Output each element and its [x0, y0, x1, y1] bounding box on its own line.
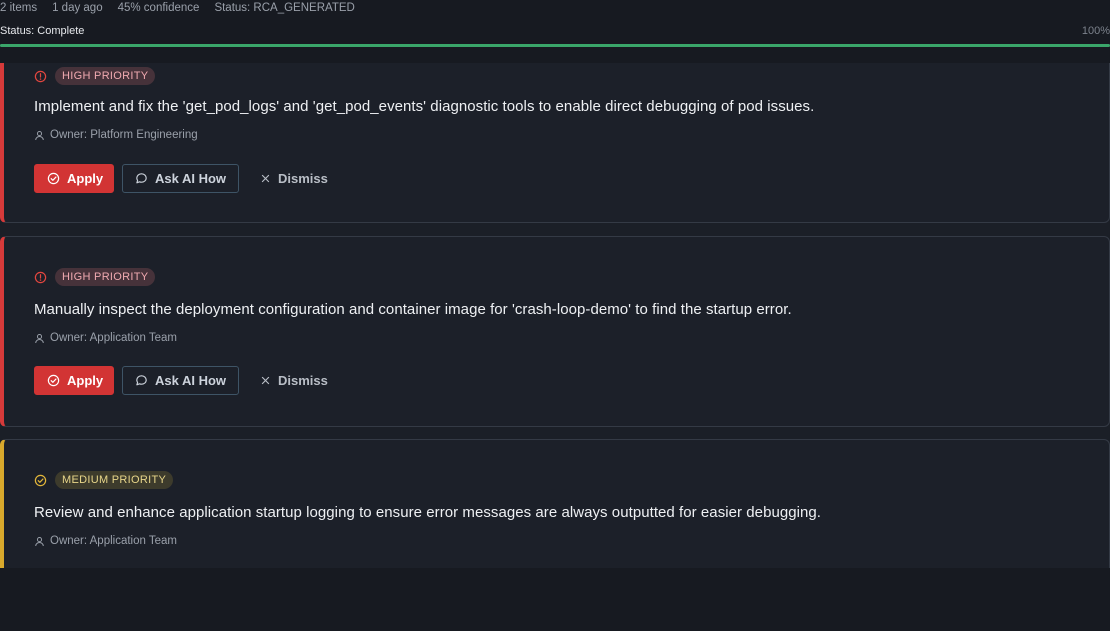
recommendation-title: Review and enhance application startup l… — [34, 504, 822, 521]
owner-text: Owner: Application Team — [50, 535, 177, 547]
user-icon — [34, 130, 45, 141]
action-buttons: Apply Ask AI How Dismiss — [34, 366, 341, 395]
confidence: 45% confidence — [117, 2, 200, 14]
owner-text: Owner: Application Team — [50, 332, 177, 344]
recommendation-title: Implement and fix the 'get_pod_logs' and… — [34, 98, 815, 115]
check-circle-icon — [34, 474, 47, 487]
dismiss-button[interactable]: Dismiss — [247, 164, 341, 193]
progress-label: Status: Complete — [0, 25, 85, 37]
check-circle-icon — [47, 172, 60, 185]
apply-label: Apply — [67, 373, 104, 388]
chat-bubble-icon — [135, 374, 148, 387]
close-icon — [260, 375, 271, 386]
check-circle-icon — [47, 374, 60, 387]
priority-row: HIGH PRIORITY — [34, 268, 156, 286]
apply-button[interactable]: Apply — [34, 164, 114, 193]
apply-button[interactable]: Apply — [34, 366, 114, 395]
recommendations-meta: 2 items 1 day ago 45% confidence Status:… — [0, 0, 1110, 16]
owner-label: Owner: Application Team — [34, 535, 177, 547]
item-count: 2 items — [0, 2, 38, 14]
rca-status: Status: RCA_GENERATED — [214, 2, 355, 14]
ask-ai-button[interactable]: Ask AI How — [122, 164, 239, 193]
recommendation-card: HIGH PRIORITY Implement and fix the 'get… — [0, 63, 1110, 223]
progress-status: Status: Complete 100% — [0, 24, 1110, 40]
progress-percent: 100% — [1081, 25, 1110, 37]
progress-bar — [0, 44, 1110, 47]
alert-circle-icon — [34, 271, 47, 284]
priority-badge: HIGH PRIORITY — [55, 67, 156, 85]
ask-ai-label: Ask AI How — [155, 171, 227, 186]
recommendation-title: Manually inspect the deployment configur… — [34, 301, 792, 318]
priority-badge: HIGH PRIORITY — [55, 268, 156, 286]
user-icon — [34, 536, 45, 547]
priority-badge: MEDIUM PRIORITY — [55, 471, 174, 489]
priority-row: MEDIUM PRIORITY — [34, 471, 174, 489]
owner-label: Owner: Platform Engineering — [34, 129, 198, 141]
recommendations-list[interactable]: HIGH PRIORITY Implement and fix the 'get… — [0, 63, 1110, 568]
action-buttons: Apply Ask AI How Dismiss — [34, 164, 341, 193]
recommendation-card: HIGH PRIORITY Manually inspect the deplo… — [0, 236, 1110, 427]
owner-text: Owner: Platform Engineering — [50, 129, 198, 141]
apply-label: Apply — [67, 171, 104, 186]
recommendation-card: MEDIUM PRIORITY Review and enhance appli… — [0, 439, 1110, 568]
alert-circle-icon — [34, 70, 47, 83]
timestamp: 1 day ago — [52, 2, 103, 14]
chat-bubble-icon — [135, 172, 148, 185]
progress-fill — [0, 44, 1110, 47]
dismiss-label: Dismiss — [278, 171, 328, 186]
user-icon — [34, 333, 45, 344]
dismiss-label: Dismiss — [278, 373, 328, 388]
dismiss-button[interactable]: Dismiss — [247, 366, 341, 395]
owner-label: Owner: Application Team — [34, 332, 177, 344]
close-icon — [260, 173, 271, 184]
priority-row: HIGH PRIORITY — [34, 67, 156, 85]
ask-ai-label: Ask AI How — [155, 373, 227, 388]
ask-ai-button[interactable]: Ask AI How — [122, 366, 239, 395]
